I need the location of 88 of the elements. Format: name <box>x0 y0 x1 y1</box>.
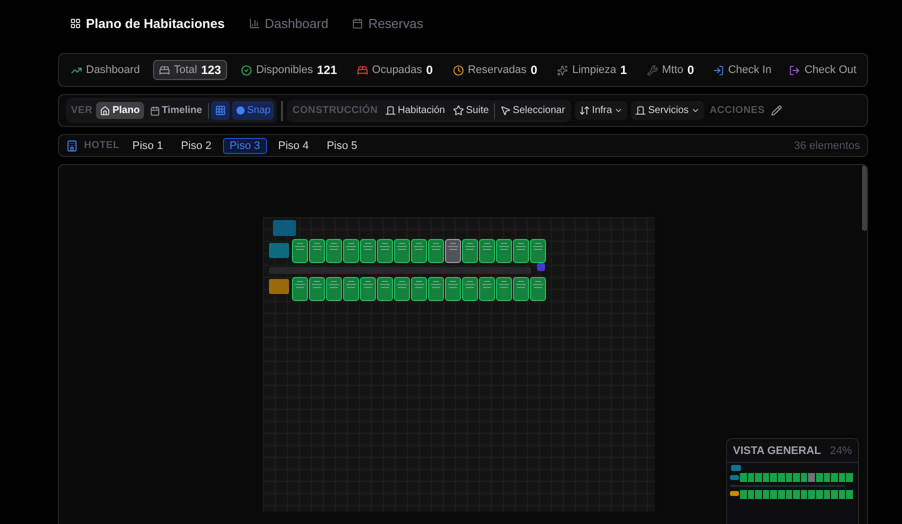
view-tab[interactable]: Plano <box>96 102 144 119</box>
clock-icon <box>452 64 464 76</box>
room-tile[interactable] <box>479 277 495 301</box>
room-tile[interactable] <box>411 277 427 301</box>
room-tile[interactable] <box>360 277 376 301</box>
sort-arrows-icon <box>579 105 590 116</box>
room-tile[interactable] <box>496 277 512 301</box>
room-tile[interactable] <box>394 277 410 301</box>
room-tile[interactable] <box>326 277 342 301</box>
calendar-icon <box>352 18 364 28</box>
room-tile[interactable] <box>309 239 325 263</box>
floor-tab[interactable]: Piso 1 <box>125 138 170 154</box>
dropdown-button[interactable]: Infra <box>575 101 628 120</box>
floor-tab[interactable]: Piso 5 <box>320 138 364 154</box>
room-tile[interactable] <box>445 277 461 301</box>
tool-button[interactable]: Seleccionar <box>496 103 568 118</box>
nav-tab[interactable]: Plano de Habitaciones <box>70 16 225 30</box>
view-label: VER <box>70 105 94 116</box>
room-tile[interactable] <box>530 277 546 301</box>
floor-tab[interactable]: Piso 4 <box>271 138 316 154</box>
room-tile[interactable] <box>377 239 393 263</box>
bar-chart-icon <box>248 18 260 28</box>
room-tile[interactable] <box>496 239 512 263</box>
overview-title: VISTA GENERAL <box>733 445 822 457</box>
grid-icon <box>215 105 226 116</box>
stat-chip[interactable]: Mtto 0 <box>640 60 700 80</box>
sparkle-icon <box>557 64 568 76</box>
stat-chip[interactable]: Disponibles 121 <box>235 60 344 80</box>
stat-chip[interactable]: Total 123 <box>152 60 228 80</box>
star-icon <box>452 105 464 116</box>
house-icon <box>100 106 110 116</box>
floor-tab[interactable]: Piso 3 <box>222 138 268 154</box>
stat-chip[interactable]: Limpieza 1 <box>551 60 633 80</box>
login-icon <box>713 64 724 76</box>
check-circle-icon <box>241 64 252 76</box>
room-tile[interactable] <box>513 239 529 263</box>
snap-toggle[interactable]: Snap <box>232 101 274 120</box>
hotel-label: HOTEL <box>83 140 120 151</box>
link-button[interactable]: Check Out <box>784 62 862 78</box>
nav-tab[interactable]: Reservas <box>352 16 424 30</box>
pencil-icon <box>770 105 782 116</box>
room-tile[interactable] <box>428 239 444 263</box>
door-icon <box>635 105 646 116</box>
nav-tab[interactable]: Dashboard <box>248 16 328 30</box>
dot-icon <box>236 106 246 115</box>
room-tile[interactable] <box>462 239 478 263</box>
logout-icon <box>789 64 800 76</box>
tool-button[interactable]: Habitación <box>382 103 448 118</box>
link-button[interactable]: Dashboard <box>66 62 145 78</box>
room-tile[interactable] <box>411 239 427 263</box>
room-tile[interactable] <box>292 239 308 263</box>
dropdown-button[interactable]: Servicios <box>631 101 704 120</box>
element-count: 36 elementos <box>794 140 860 152</box>
room-tile[interactable] <box>309 277 325 301</box>
actions-label: ACCIONES <box>708 105 766 116</box>
scrollbar[interactable] <box>862 165 867 231</box>
room-tile[interactable] <box>326 239 342 263</box>
room-tile[interactable] <box>445 239 461 263</box>
room-tile[interactable] <box>462 277 478 301</box>
calendar-icon <box>150 106 160 116</box>
zoom-percent: 24% <box>830 445 852 457</box>
room-tile[interactable] <box>292 277 308 301</box>
door-icon <box>384 105 396 116</box>
pointer-icon <box>500 105 511 116</box>
wrench-icon <box>646 64 658 76</box>
room-tile[interactable] <box>394 239 410 263</box>
bed-icon <box>357 64 368 76</box>
room-tile[interactable] <box>479 239 495 263</box>
link-button[interactable]: Check In <box>708 62 776 78</box>
grid-icon <box>70 18 81 28</box>
floor-tab[interactable]: Piso 2 <box>174 138 219 154</box>
caret-icon <box>614 106 624 115</box>
room-tile[interactable] <box>513 277 529 301</box>
bed-icon <box>158 64 170 76</box>
hotel-icon <box>66 140 78 152</box>
room-tile[interactable] <box>377 277 393 301</box>
stat-chip[interactable]: Reservadas 0 <box>446 60 544 80</box>
stat-chip[interactable]: Ocupadas 0 <box>351 60 439 80</box>
room-tile[interactable] <box>428 277 444 301</box>
build-label: CONSTRUCCIÓN <box>291 105 379 116</box>
room-tile[interactable] <box>343 277 359 301</box>
grid-toggle[interactable] <box>211 101 230 120</box>
room-tile[interactable] <box>343 239 359 263</box>
room-tile[interactable] <box>530 239 546 263</box>
view-tab[interactable]: Timeline <box>146 102 206 119</box>
caret-icon <box>690 106 700 115</box>
room-tile[interactable] <box>360 239 376 263</box>
tool-button[interactable]: Suite <box>450 103 492 118</box>
